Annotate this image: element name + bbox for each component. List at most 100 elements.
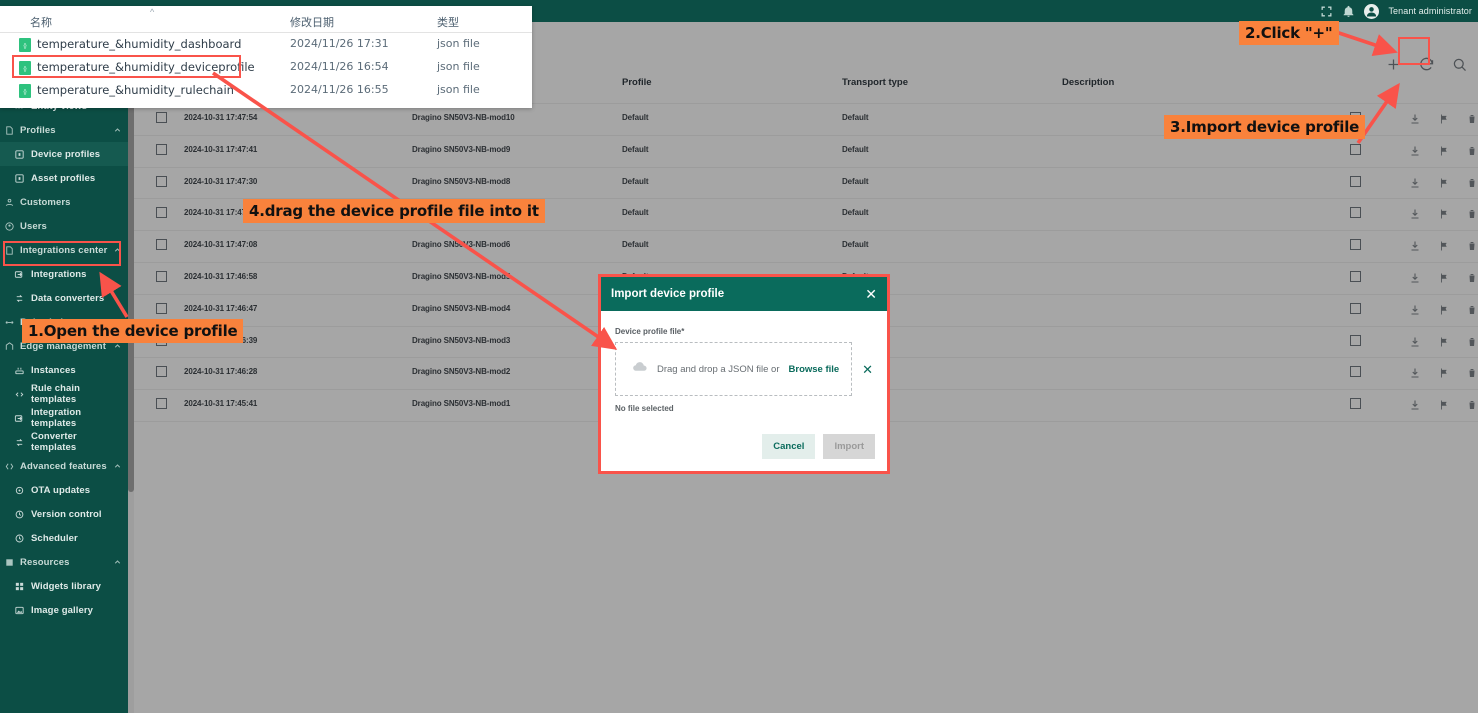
sidebar-item-resources[interactable]: Resources — [0, 550, 128, 574]
delete-icon[interactable] — [1466, 176, 1478, 188]
cell-created-time: 2024-10-31 17:47:30 — [184, 177, 257, 186]
export-icon[interactable] — [1409, 239, 1421, 251]
export-icon[interactable] — [1409, 335, 1421, 347]
browse-file-link[interactable]: Browse file — [789, 364, 840, 375]
row-select-checkbox[interactable] — [156, 398, 167, 409]
close-icon[interactable]: ✕ — [865, 287, 877, 301]
flag-icon[interactable] — [1438, 335, 1450, 347]
cancel-button[interactable]: Cancel — [762, 434, 815, 459]
flag-icon[interactable] — [1438, 303, 1450, 315]
row-select-checkbox[interactable] — [156, 207, 167, 218]
row-select-checkbox[interactable] — [156, 144, 167, 155]
delete-icon[interactable] — [1466, 366, 1478, 378]
flag-icon[interactable] — [1438, 239, 1450, 251]
delete-icon[interactable] — [1466, 144, 1478, 156]
file-explorer-row[interactable]: {}temperature_&humidity_dashboard2024/11… — [0, 33, 532, 56]
file-name[interactable]: temperature_&humidity_dashboard — [37, 37, 241, 51]
export-icon[interactable] — [1409, 303, 1421, 315]
row-default-checkbox[interactable] — [1350, 239, 1361, 250]
row-default-checkbox[interactable] — [1350, 398, 1361, 409]
row-default-checkbox[interactable] — [1350, 271, 1361, 282]
export-icon[interactable] — [1409, 176, 1421, 188]
chevron-up-icon[interactable] — [113, 558, 122, 567]
import-button[interactable]: Import — [823, 434, 875, 459]
export-icon[interactable] — [1409, 207, 1421, 219]
file-name[interactable]: temperature_&humidity_rulechain — [37, 83, 234, 97]
sidebar-item-ota-updates[interactable]: OTA updates — [0, 478, 128, 502]
column-header-description[interactable]: Description — [1062, 77, 1114, 88]
row-select-checkbox[interactable] — [156, 176, 167, 187]
chevron-up-icon[interactable] — [113, 126, 122, 135]
table-row[interactable]: 2024-10-31 17:47:30Dragino SN50V3-NB-mod… — [134, 168, 1478, 200]
delete-icon[interactable] — [1466, 335, 1478, 347]
delete-icon[interactable] — [1466, 398, 1478, 410]
explorer-column-name[interactable]: 名称 — [30, 14, 52, 30]
sidebar-item-data-converters[interactable]: Data converters — [0, 286, 128, 310]
row-select-checkbox[interactable] — [156, 239, 167, 250]
sidebar-item-device-profiles[interactable]: Device profiles — [0, 142, 128, 166]
sidebar-item-instances[interactable]: Instances — [0, 358, 128, 382]
sidebar-item-users[interactable]: Users — [0, 214, 128, 238]
flag-icon[interactable] — [1438, 176, 1450, 188]
export-icon[interactable] — [1409, 112, 1421, 124]
file-dropzone[interactable]: Drag and drop a JSON file or Browse file — [615, 342, 852, 396]
row-select-checkbox[interactable] — [156, 303, 167, 314]
fullscreen-icon[interactable] — [1320, 5, 1333, 18]
export-icon[interactable] — [1409, 398, 1421, 410]
cell-created-time: 2024-10-31 17:47:08 — [184, 240, 257, 249]
sidebar-item-label: Device profiles — [31, 149, 100, 160]
sidebar-item-profiles[interactable]: Profiles — [0, 118, 128, 142]
export-icon[interactable] — [1409, 144, 1421, 156]
flag-icon[interactable] — [1438, 112, 1450, 124]
row-default-checkbox[interactable] — [1350, 144, 1361, 155]
topbar-right-cluster: Tenant administrator — [1320, 0, 1472, 22]
export-icon[interactable] — [1409, 271, 1421, 283]
clear-file-icon[interactable]: ✕ — [862, 363, 873, 376]
file-explorer-row[interactable]: {}temperature_&humidity_rulechain2024/11… — [0, 79, 532, 102]
flag-icon[interactable] — [1438, 366, 1450, 378]
row-default-checkbox[interactable] — [1350, 176, 1361, 187]
delete-icon[interactable] — [1466, 271, 1478, 283]
row-default-checkbox[interactable] — [1350, 303, 1361, 314]
delete-icon[interactable] — [1466, 303, 1478, 315]
table-row[interactable]: 2024-10-31 17:47:08Dragino SN50V3-NB-mod… — [134, 231, 1478, 263]
export-icon[interactable] — [1409, 366, 1421, 378]
left-sidebar[interactable]: EntitiesDevicesAssetsEntity viewsProfile… — [0, 22, 128, 713]
delete-icon[interactable] — [1466, 207, 1478, 219]
sidebar-item-asset-profiles[interactable]: Asset profiles — [0, 166, 128, 190]
row-select-checkbox[interactable] — [156, 271, 167, 282]
sidebar-item-scheduler[interactable]: Scheduler — [0, 526, 128, 550]
delete-icon[interactable] — [1466, 239, 1478, 251]
sidebar-item-version-control[interactable]: Version control — [0, 502, 128, 526]
device-profile-file-label: Device profile file* — [615, 327, 873, 336]
sidebar-scrollbar[interactable] — [128, 22, 134, 713]
delete-icon[interactable] — [1466, 112, 1478, 124]
flag-icon[interactable] — [1438, 271, 1450, 283]
flag-icon[interactable] — [1438, 398, 1450, 410]
column-header-profile[interactable]: Profile — [622, 77, 652, 88]
flag-icon[interactable] — [1438, 144, 1450, 156]
chevron-up-icon[interactable] — [113, 462, 122, 471]
import-device-profile-dialog[interactable]: Import device profile ✕ Device profile f… — [598, 274, 890, 474]
column-header-transport-type[interactable]: Transport type — [842, 77, 908, 88]
sidebar-item-customers[interactable]: Customers — [0, 190, 128, 214]
row-default-checkbox[interactable] — [1350, 366, 1361, 377]
sidebar-item-converter-templates[interactable]: Converter templates — [0, 430, 128, 454]
row-select-checkbox[interactable] — [156, 112, 167, 123]
sidebar-item-rule-chain-templates[interactable]: Rule chain templates — [0, 382, 128, 406]
notifications-bell-icon[interactable] — [1342, 5, 1355, 18]
user-avatar-icon[interactable] — [1364, 4, 1379, 19]
row-default-checkbox[interactable] — [1350, 207, 1361, 218]
sidebar-item-integration-templates[interactable]: Integration templates — [0, 406, 128, 430]
sidebar-item-widgets-library[interactable]: Widgets library — [0, 574, 128, 598]
file-type: json file — [437, 60, 480, 73]
explorer-column-date[interactable]: 修改日期 — [290, 14, 334, 30]
search-icon[interactable] — [1451, 56, 1468, 73]
sidebar-item-advanced-features[interactable]: Advanced features — [0, 454, 128, 478]
row-default-checkbox[interactable] — [1350, 335, 1361, 346]
table-row[interactable]: 2024-10-31 17:47:41Dragino SN50V3-NB-mod… — [134, 136, 1478, 168]
row-select-checkbox[interactable] — [156, 366, 167, 377]
explorer-column-type[interactable]: 类型 — [437, 14, 459, 30]
sidebar-item-image-gallery[interactable]: Image gallery — [0, 598, 128, 622]
flag-icon[interactable] — [1438, 207, 1450, 219]
